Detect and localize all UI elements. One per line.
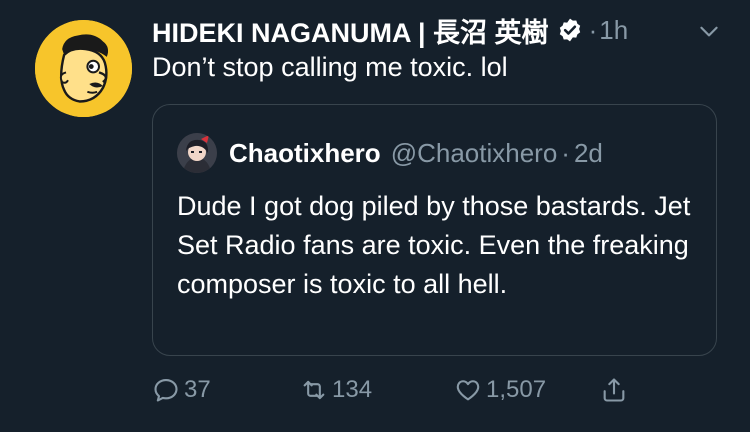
quoted-tweet-header: Chaotixhero @Chaotixhero · 2d [229, 133, 603, 173]
quoted-tweet-card[interactable]: Chaotixhero @Chaotixhero · 2d Dude I got… [152, 104, 717, 356]
share-button[interactable] [600, 370, 632, 410]
share-icon [603, 378, 625, 402]
quoted-header-separator: · [561, 137, 570, 168]
tweet-header: HIDEKI NAGANUMA | 長沼 英樹 · 1h [152, 10, 730, 50]
quoted-author-name: Chaotixhero [229, 137, 381, 168]
quoted-tweet-timestamp: 2d [573, 137, 603, 168]
retweet-icon [303, 380, 325, 400]
like-button[interactable]: 1,507 [454, 370, 546, 410]
verified-badge-icon [559, 18, 580, 42]
tweet-body-text: Don’t stop calling me toxic. lol [152, 52, 508, 82]
retweet-button[interactable]: 134 [300, 370, 372, 410]
quoted-tweet-body-text: Dude I got dog piled by those bastards. … [177, 191, 691, 299]
author-name[interactable]: HIDEKI NAGANUMA | 長沼 英樹 [152, 11, 549, 50]
retweet-count: 134 [332, 376, 373, 403]
cartoon-face-avatar-image [35, 20, 132, 117]
reply-count: 37 [184, 376, 211, 403]
anime-character-avatar-image [177, 133, 217, 173]
quoted-author-handle: @Chaotixhero [390, 137, 558, 168]
tweet-action-bar: 37 134 1,507 [152, 370, 672, 410]
header-separator: · [588, 14, 598, 45]
quoted-author-avatar [177, 133, 217, 173]
chevron-down-icon[interactable] [696, 18, 722, 44]
heart-icon [456, 380, 480, 401]
author-avatar[interactable] [35, 20, 132, 117]
like-count: 1,507 [486, 376, 547, 403]
tweet-timestamp[interactable]: 1h [599, 15, 628, 46]
reply-icon [154, 379, 178, 402]
reply-button[interactable]: 37 [152, 370, 211, 410]
